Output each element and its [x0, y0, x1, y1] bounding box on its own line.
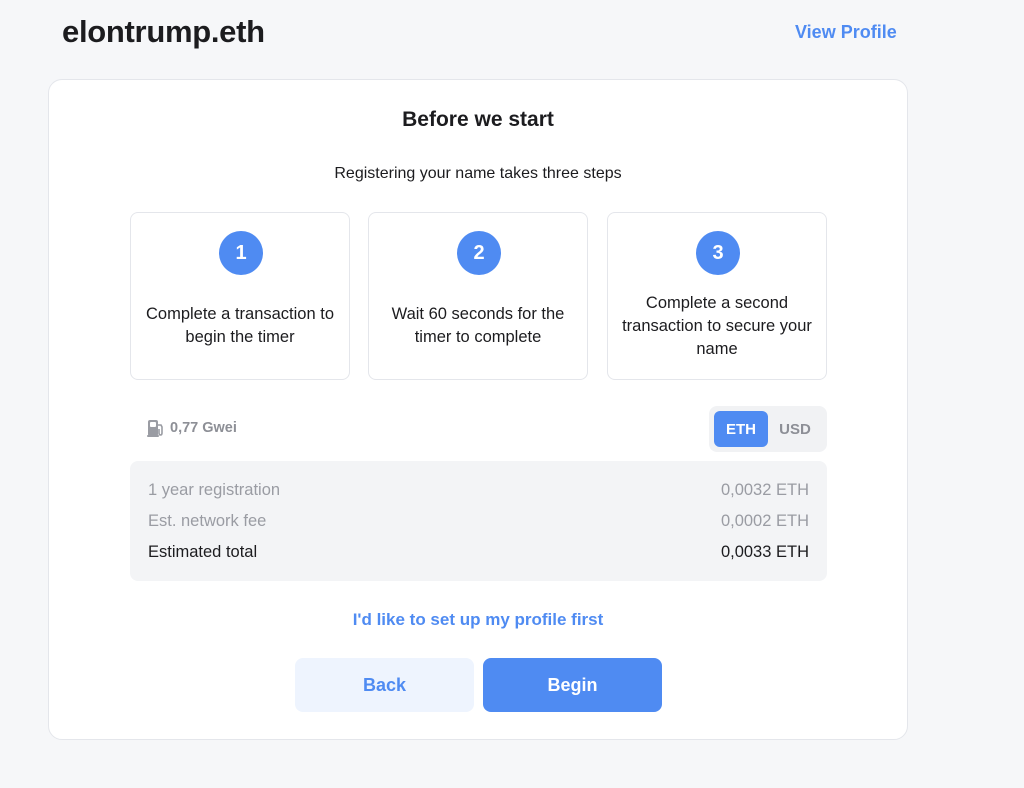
currency-toggle: ETH USD: [709, 406, 827, 452]
price-label: Est. network fee: [148, 512, 267, 530]
gas-price: 0,77 Gwei: [147, 418, 237, 438]
card-subtitle: Registering your name takes three steps: [334, 165, 622, 182]
card-title: Before we start: [402, 108, 554, 131]
price-value: 0,0032 ETH: [720, 481, 809, 499]
currency-option-usd[interactable]: USD: [768, 411, 822, 447]
step-card-3: 3 Complete a second transaction to secur…: [607, 212, 827, 380]
gas-pump-icon: [147, 418, 165, 438]
gas-price-value: 0,77 Gwei: [170, 420, 237, 436]
setup-profile-first-link[interactable]: I'd like to set up my profile first: [49, 610, 907, 630]
price-label: 1 year registration: [148, 481, 281, 499]
price-value: 0,0033 ETH: [720, 543, 809, 561]
step-card-2: 2 Wait 60 seconds for the timer to compl…: [368, 212, 588, 380]
page-title: elontrump.eth: [62, 14, 265, 49]
price-row-registration: 1 year registration 0,0032 ETH: [148, 481, 809, 500]
step-number-badge: 3: [696, 231, 740, 275]
registration-card: Before we start Registering your name ta…: [48, 79, 908, 740]
price-summary: 1 year registration 0,0032 ETH Est. netw…: [130, 461, 827, 581]
step-description: Complete a second transaction to secure …: [622, 293, 812, 358]
price-row-network-fee: Est. network fee 0,0002 ETH: [148, 512, 809, 531]
step-number-badge: 1: [219, 231, 263, 275]
step-description: Wait 60 seconds for the timer to complet…: [391, 305, 565, 346]
back-button[interactable]: Back: [295, 658, 474, 712]
view-profile-link[interactable]: View Profile: [795, 22, 897, 43]
step-description: Complete a transaction to begin the time…: [145, 305, 335, 346]
currency-option-eth[interactable]: ETH: [714, 411, 768, 447]
price-label: Estimated total: [148, 543, 258, 561]
price-value: 0,0002 ETH: [720, 512, 809, 530]
step-card-1: 1 Complete a transaction to begin the ti…: [130, 212, 350, 380]
step-number-badge: 2: [457, 231, 501, 275]
price-row-total: Estimated total 0,0033 ETH: [148, 543, 809, 562]
begin-button[interactable]: Begin: [483, 658, 662, 712]
